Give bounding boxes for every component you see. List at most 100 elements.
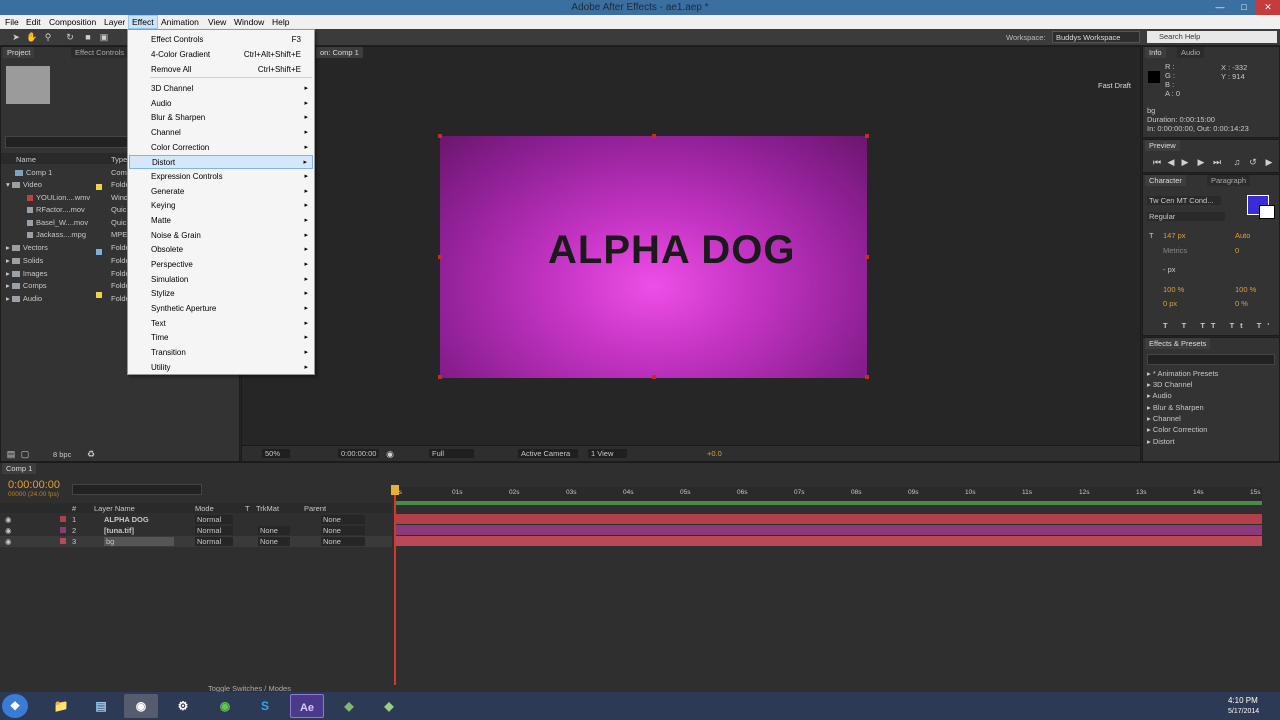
exposure-value[interactable]: +0.0 (707, 449, 722, 458)
layer-duration-bar[interactable] (395, 525, 1262, 535)
layer-handle[interactable] (438, 134, 442, 138)
layer-parent-select[interactable]: None (321, 537, 365, 546)
menu-file[interactable]: File (2, 16, 22, 28)
layer-duration-bar[interactable] (395, 514, 1262, 524)
layer-handle[interactable] (865, 375, 869, 379)
start-icon[interactable]: ❖ (2, 694, 28, 718)
menu-item-utility[interactable]: Utility ▸ (129, 361, 313, 375)
label-swatch[interactable] (96, 292, 102, 298)
tab-comp-1[interactable]: on: Comp 1 (316, 47, 363, 58)
menu-item-synthetic-aperture[interactable]: Synthetic Aperture ▸ (129, 302, 313, 316)
project-row[interactable]: ▸ Vectors (6, 243, 48, 252)
current-time-indicator[interactable] (394, 485, 396, 685)
tracking-value[interactable]: 0 (1235, 246, 1239, 255)
after-effects-icon[interactable]: Ae (290, 694, 324, 718)
effects-item[interactable]: ▸ Channel (1147, 414, 1181, 423)
layer-label-color[interactable] (60, 527, 66, 533)
trash-icon[interactable]: ♻ (85, 448, 97, 460)
work-area-bar[interactable] (395, 501, 1262, 505)
interpret-footage-icon[interactable]: ▤ (5, 448, 17, 460)
menu-item-channel[interactable]: Channel ▸ (129, 126, 313, 140)
menu-item-3d-channel[interactable]: 3D Channel ▸ (129, 82, 313, 96)
layer-label-color[interactable] (60, 538, 66, 544)
layer-name[interactable]: bg (104, 537, 175, 546)
text-style-buttons[interactable]: T T TT Tt T' T, (1163, 321, 1280, 330)
next-frame-icon[interactable]: ▶ (1195, 156, 1207, 168)
hand-tool-icon[interactable]: ✋ (26, 31, 38, 43)
skype-icon[interactable]: S (248, 694, 282, 718)
label-swatch[interactable] (96, 184, 102, 190)
layer-name[interactable]: [tuna.tif] (104, 526, 134, 535)
layer-name[interactable]: ALPHA DOG (104, 515, 149, 524)
col-trkmat[interactable]: TrkMat (256, 504, 279, 513)
visibility-icon[interactable]: ◉ (5, 526, 12, 535)
new-folder-icon[interactable]: ▢ (19, 448, 31, 460)
clock-time[interactable]: 4:10 PM (1228, 696, 1258, 705)
project-row[interactable]: Basel_W....mov (27, 218, 88, 227)
selection-tool-icon[interactable]: ➤ (10, 31, 22, 43)
app-icon[interactable]: ◆ (332, 694, 366, 718)
layer-handle[interactable] (652, 134, 656, 138)
layer-handle[interactable] (865, 134, 869, 138)
time-ruler[interactable]: 0s01s02s03s04s05s06s07s08s09s10s11s12s13… (395, 487, 1262, 501)
layer-trkmat-select[interactable]: None (258, 537, 290, 546)
menu-edit[interactable]: Edit (23, 16, 44, 28)
project-row[interactable]: ▸ Images (6, 269, 47, 278)
project-row[interactable]: ▸ Solids (6, 256, 43, 265)
effects-item[interactable]: ▸ 3D Channel (1147, 380, 1192, 389)
effects-search-input[interactable] (1147, 354, 1275, 365)
layer-parent-select[interactable]: None (321, 515, 365, 524)
tab-effects-presets[interactable]: Effects & Presets (1145, 338, 1211, 349)
steam-icon[interactable]: ⚙ (166, 694, 200, 718)
loop-icon[interactable]: ↺ (1247, 156, 1259, 168)
effects-item[interactable]: ▸ Blur & Sharpen (1147, 403, 1204, 412)
playhead-handle[interactable] (391, 485, 399, 495)
label-swatch[interactable] (96, 249, 102, 255)
current-time-display[interactable]: 0:00:00:00 (338, 449, 380, 458)
layer-handle[interactable] (438, 375, 442, 379)
zoom-tool-icon[interactable]: ⚲ (42, 31, 54, 43)
column-name[interactable]: Name (16, 155, 36, 164)
snapshot-icon[interactable]: ◉ (384, 448, 396, 460)
menu-item-effect-controls[interactable]: Effect Controls F3 (129, 33, 313, 47)
horizontal-scale-value[interactable]: 100 % (1235, 285, 1256, 294)
resolution-select[interactable]: Full (429, 449, 475, 458)
tab-audio[interactable]: Audio (1177, 47, 1205, 58)
col-parent[interactable]: Parent (304, 504, 326, 513)
project-row[interactable]: Comp 1 (15, 168, 52, 177)
camera-select[interactable]: Active Camera (518, 449, 579, 458)
menu-item-expression-controls[interactable]: Expression Controls ▸ (129, 170, 313, 184)
stroke-color-swatch[interactable] (1259, 205, 1275, 219)
audio-icon[interactable]: ♫ (1231, 156, 1243, 168)
layer-handle[interactable] (438, 255, 442, 259)
col-mode[interactable]: Mode (195, 504, 214, 513)
search-help-input[interactable]: Search Help (1147, 31, 1277, 43)
explorer-icon[interactable]: 📁 (44, 694, 78, 718)
menu-item-audio[interactable]: Audio ▸ (129, 97, 313, 111)
menu-animation[interactable]: Animation (158, 16, 202, 28)
pan-behind-tool-icon[interactable]: ▣ (98, 31, 110, 43)
leading-value[interactable]: Auto (1235, 231, 1250, 240)
font-style-select[interactable]: Regular (1147, 212, 1226, 221)
tab-timeline-comp-1[interactable]: Comp 1 (2, 463, 37, 474)
project-row[interactable]: Jackass....mpg (27, 230, 86, 239)
camera-tool-icon[interactable]: ■ (82, 31, 94, 43)
kerning-value[interactable]: Metrics (1163, 246, 1187, 255)
effects-item[interactable]: ▸ Color Correction (1147, 425, 1207, 434)
timeline-current-time[interactable]: 0:00:00:00 (8, 479, 60, 491)
col-layer-name[interactable]: Layer Name (94, 504, 135, 513)
clock-date[interactable]: 5/17/2014 (1228, 708, 1259, 715)
menu-composition[interactable]: Composition (46, 16, 99, 28)
timeline-layer-row[interactable]: ◉ 1 ALPHA DOG Normal None (0, 514, 392, 525)
layer-mode-select[interactable]: Normal (195, 526, 234, 535)
effects-item[interactable]: ▸ Distort (1147, 437, 1175, 446)
tab-character[interactable]: Character (1145, 175, 1186, 186)
menu-item-4-color-gradient[interactable]: 4-Color Gradient Ctrl+Alt+Shift+E (129, 48, 313, 62)
menu-view[interactable]: View (205, 16, 229, 28)
menu-window[interactable]: Window (231, 16, 267, 28)
menu-item-time[interactable]: Time ▸ (129, 331, 313, 345)
column-type[interactable]: Type (111, 155, 127, 164)
menu-layer[interactable]: Layer (101, 16, 128, 28)
chrome-icon[interactable]: ◉ (124, 694, 158, 718)
layer-trkmat-select[interactable]: None (258, 526, 290, 535)
